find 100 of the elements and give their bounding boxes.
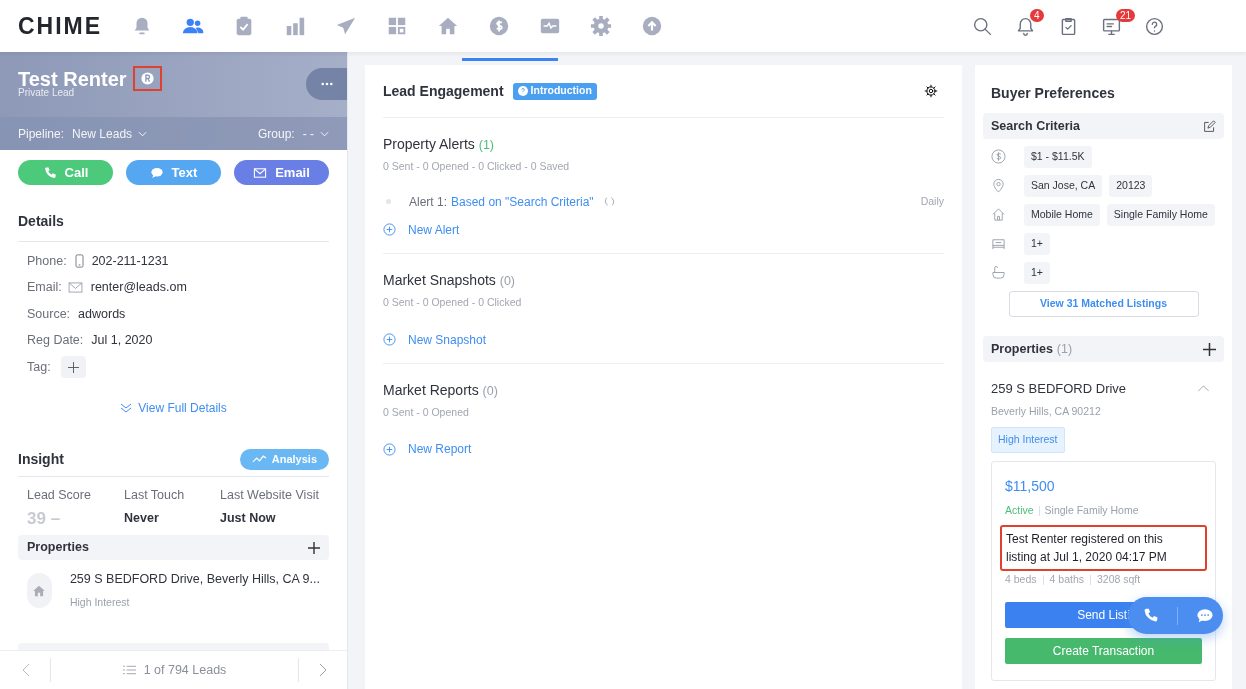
search-icon[interactable] xyxy=(972,15,993,37)
criteria-chip: San Jose, CA xyxy=(1024,174,1103,197)
view-details-link[interactable]: View Full Details xyxy=(120,398,227,417)
dollar-icon xyxy=(991,149,1006,164)
property-city: Beverly Hills, CA 90212 xyxy=(990,403,1102,419)
trend-line-icon xyxy=(251,455,267,463)
email-button[interactable]: Email xyxy=(234,160,329,185)
panel-title: Lead Engagement xyxy=(383,81,504,101)
pager-text: 1 of 794 Leads xyxy=(143,661,227,679)
field-label: Source: xyxy=(27,305,71,323)
item-count: (0) xyxy=(482,383,498,398)
analysis-button[interactable]: Analysis xyxy=(239,448,329,470)
edit-icon[interactable] xyxy=(1203,119,1216,133)
section-title: Properties xyxy=(991,340,1053,358)
field-label: Tag: xyxy=(27,358,51,376)
matched-listings-button[interactable]: View 31 Matched Listings xyxy=(1008,291,1199,317)
section-title: Property Alerts xyxy=(383,136,475,152)
chevron-up-icon[interactable] xyxy=(1197,385,1210,393)
lead-type: Private Lead xyxy=(17,86,76,100)
listing-fact: 4 baths xyxy=(1049,571,1084,587)
stat-label: Lead Score xyxy=(27,486,92,504)
alert-label: Alert 1: xyxy=(409,193,447,211)
criteria-chip: Mobile Home xyxy=(1024,203,1100,226)
field-value: 202-211-1231 xyxy=(91,252,169,270)
field-label: Reg Date: xyxy=(27,332,84,350)
help-icon xyxy=(517,86,528,96)
settings-icon[interactable] xyxy=(924,84,938,98)
map-pin-icon xyxy=(991,178,1006,193)
chime-logo[interactable]: CHIME xyxy=(18,8,103,44)
section-title: Details xyxy=(18,213,64,229)
field-label: Email: xyxy=(27,279,62,297)
listing-fact: 4 beds xyxy=(1005,571,1037,587)
text-button[interactable]: Text xyxy=(126,160,221,185)
section-title: Market Reports xyxy=(383,381,479,398)
envelope-icon xyxy=(253,165,268,180)
engagement-stats: 0 Sent - 0 Opened xyxy=(383,404,470,420)
phone-icon xyxy=(42,165,57,180)
listing-fact: 3208 sqft xyxy=(1097,571,1141,587)
stat-label: Last Website Visit xyxy=(220,486,320,504)
chevron-down-icon xyxy=(138,130,148,137)
criteria-chip: 20123 xyxy=(1109,174,1153,197)
home-icon[interactable] xyxy=(436,15,459,37)
dollar-icon[interactable] xyxy=(487,15,510,37)
interest-tag: High Interest xyxy=(991,427,1065,453)
property-address[interactable]: 259 S BEDFORD Drive, Beverly Hills, CA 9... xyxy=(69,570,320,589)
new-item-link[interactable]: New Snapshot xyxy=(383,330,944,349)
section-title: Properties xyxy=(27,539,89,557)
plus-circle-icon xyxy=(383,333,396,346)
chevron-right-icon[interactable] xyxy=(319,663,327,677)
plus-icon xyxy=(67,361,79,373)
listing-status: Active xyxy=(1005,503,1034,518)
stat-label: Last Touch xyxy=(124,486,186,504)
interest-level: High Interest xyxy=(69,595,131,610)
field-label: Phone: xyxy=(27,252,67,270)
plus-icon[interactable] xyxy=(1203,342,1216,356)
new-item-link[interactable]: New Alert xyxy=(383,220,944,239)
create-transaction-button[interactable]: Create Transaction xyxy=(1005,637,1202,664)
plus-circle-icon xyxy=(383,223,396,237)
phone-icon[interactable] xyxy=(1142,607,1159,624)
section-title: Market Snapshots xyxy=(383,271,496,288)
engagement-stats: 0 Sent - 0 Opened - 0 Clicked xyxy=(383,294,523,310)
chat-icon xyxy=(149,165,164,180)
count-badge: 21 xyxy=(1116,8,1136,22)
stat-value: 39 – xyxy=(27,510,62,528)
envelope-icon xyxy=(67,282,83,294)
chat-icon[interactable] xyxy=(1196,606,1214,625)
section-title: Search Criteria xyxy=(991,117,1080,135)
bell-icon[interactable] xyxy=(1015,15,1036,37)
pipeline-label: Pipeline: xyxy=(18,125,65,143)
group-dropdown[interactable]: - - xyxy=(302,124,329,143)
property-street[interactable]: 259 S BEDFORD Drive xyxy=(991,379,1127,399)
item-count: (1) xyxy=(478,138,494,152)
list-icon xyxy=(122,665,136,675)
chevron-down-icon xyxy=(320,130,329,137)
plus-icon[interactable] xyxy=(308,541,320,554)
stat-value: Never xyxy=(124,510,160,528)
upload-icon[interactable] xyxy=(640,15,663,37)
introduction-badge[interactable]: Introduction xyxy=(512,82,597,100)
plus-circle-icon xyxy=(383,442,396,456)
new-item-link[interactable]: New Report xyxy=(383,440,944,459)
pipeline-dropdown[interactable]: New Leads xyxy=(72,124,148,143)
count-badge: 4 xyxy=(1030,8,1044,22)
chevron-left-icon[interactable] xyxy=(22,663,30,677)
item-count: (1) xyxy=(1056,340,1073,358)
mobile-phone-icon xyxy=(74,254,84,269)
more-button[interactable] xyxy=(306,68,347,100)
registered-icon xyxy=(140,72,154,85)
field-value: adwords xyxy=(78,305,126,323)
listing-price: $11,500 xyxy=(1005,477,1056,496)
criteria-chip: 1+ xyxy=(1024,261,1050,284)
registration-note: Test Renter registered on this listing at Jul 1, 2020 04:17 PM xyxy=(1000,524,1207,571)
alert-frequency: Daily xyxy=(920,193,944,209)
call-button[interactable]: Call xyxy=(18,160,113,185)
item-count: (0) xyxy=(499,273,515,288)
home-icon xyxy=(991,207,1006,222)
alert-criteria-link[interactable]: Based on "Search Criteria" xyxy=(451,192,594,211)
double-chevron-down-icon xyxy=(120,402,133,413)
listing-type: Single Family Home xyxy=(1044,503,1139,518)
help-icon[interactable] xyxy=(1144,15,1165,37)
add-tag-button[interactable] xyxy=(60,356,86,379)
